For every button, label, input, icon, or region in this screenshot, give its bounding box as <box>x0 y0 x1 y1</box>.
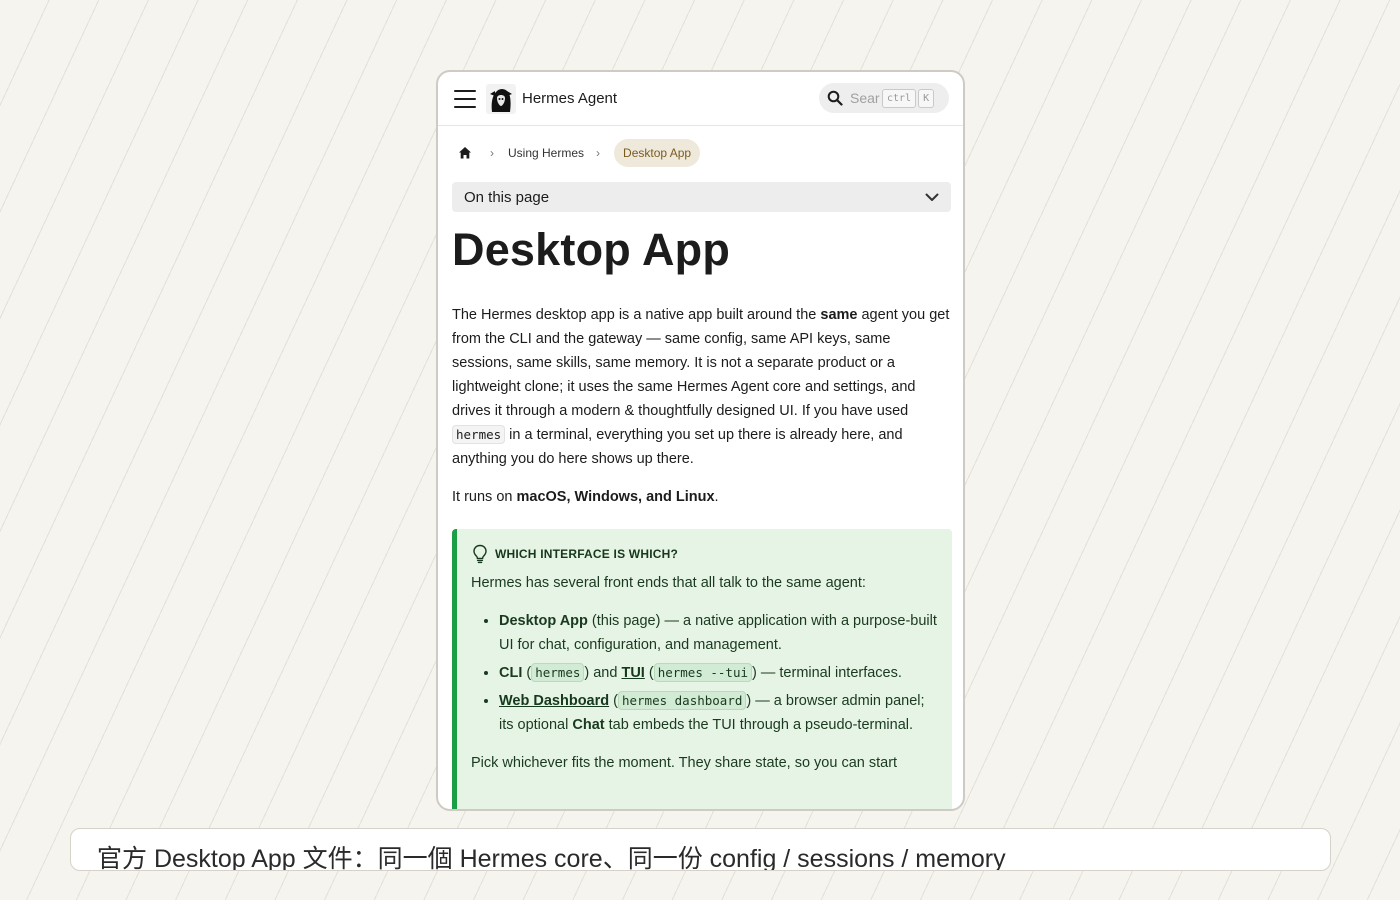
breadcrumb-desktop-app: Desktop App <box>614 139 701 167</box>
on-this-page-toggle[interactable]: On this page <box>452 182 951 212</box>
list-item-desktop-app: Desktop App (this page) — a native appli… <box>499 609 938 657</box>
home-icon[interactable] <box>452 140 478 166</box>
runs-on-prefix: It runs on <box>452 489 517 505</box>
tip-admonition: WHICH INTERFACE IS WHICH? Hermes has sev… <box>452 529 952 809</box>
navbar: Hermes Agent Search ctrl K <box>438 72 963 126</box>
chevron-right-icon: › <box>596 146 601 160</box>
tui-link[interactable]: TUI <box>621 665 644 681</box>
chevron-down-icon <box>925 193 939 201</box>
chevron-right-icon: › <box>490 146 494 160</box>
intro-text-1: The Hermes desktop app is a native app b… <box>452 307 821 323</box>
inline-code-hermes-cli: hermes <box>531 663 585 682</box>
caption-bar: 官方 Desktop App 文件：同一個 Hermes core、同一份 co… <box>70 828 1331 871</box>
kbd-k: K <box>918 88 935 108</box>
brand-title[interactable]: Hermes Agent <box>522 90 617 107</box>
phone-frame: Hermes Agent Search ctrl K › Using Herme… <box>436 70 965 811</box>
menu-icon[interactable] <box>454 89 476 108</box>
list-item-cli-tui: CLI (hermes) and TUI (hermes --tui) — te… <box>499 661 938 685</box>
inline-code-hermes-tui: hermes --tui <box>653 663 752 682</box>
chat-label: Chat <box>572 717 605 733</box>
runs-on-platforms: macOS, Windows, and Linux <box>516 489 715 505</box>
search-icon <box>827 90 843 106</box>
list-item-web-dashboard: Web Dashboard (hermes dashboard) — a bro… <box>499 689 938 737</box>
admonition-closing: Pick whichever fits the moment. They sha… <box>471 755 898 771</box>
search-box[interactable]: Search ctrl K <box>819 83 949 113</box>
intro-paragraph: The Hermes desktop app is a native app b… <box>452 303 952 471</box>
cli-tui-desc: — terminal interfaces. <box>756 665 902 681</box>
breadcrumb-using-hermes[interactable]: Using Hermes <box>508 146 584 160</box>
cli-label: CLI <box>499 665 523 681</box>
intro-bold-same: same <box>820 307 858 323</box>
web-dashboard-desc-2: tab embeds the TUI through a pseudo-term… <box>604 717 914 733</box>
inline-code-hermes-dashboard: hermes dashboard <box>617 691 747 710</box>
intro-text-3: in a terminal, everything you set up the… <box>452 427 903 467</box>
interface-list: Desktop App (this page) — a native appli… <box>499 609 938 737</box>
hermes-logo[interactable] <box>486 83 516 114</box>
runs-on-suffix: . <box>714 489 719 505</box>
page-title: Desktop App <box>452 224 731 275</box>
admonition-title: WHICH INTERFACE IS WHICH? <box>495 547 678 561</box>
lightbulb-icon <box>473 544 487 564</box>
inline-code-hermes: hermes <box>452 425 506 444</box>
intro-text-2: agent you get from the CLI and the gatew… <box>452 307 950 419</box>
toc-label: On this page <box>464 188 550 206</box>
desktop-app-label: Desktop App <box>499 613 588 629</box>
admonition-heading: WHICH INTERFACE IS WHICH? <box>471 543 938 565</box>
search-placeholder: Search <box>850 90 880 106</box>
breadcrumb: › Using Hermes › Desktop App <box>452 138 701 168</box>
admonition-lead: Hermes has several front ends that all t… <box>471 575 866 591</box>
kbd-ctrl: ctrl <box>882 88 917 108</box>
web-dashboard-link[interactable]: Web Dashboard <box>499 693 609 709</box>
and-text: and <box>589 665 622 681</box>
runs-on-paragraph: It runs on macOS, Windows, and Linux. <box>452 489 719 505</box>
